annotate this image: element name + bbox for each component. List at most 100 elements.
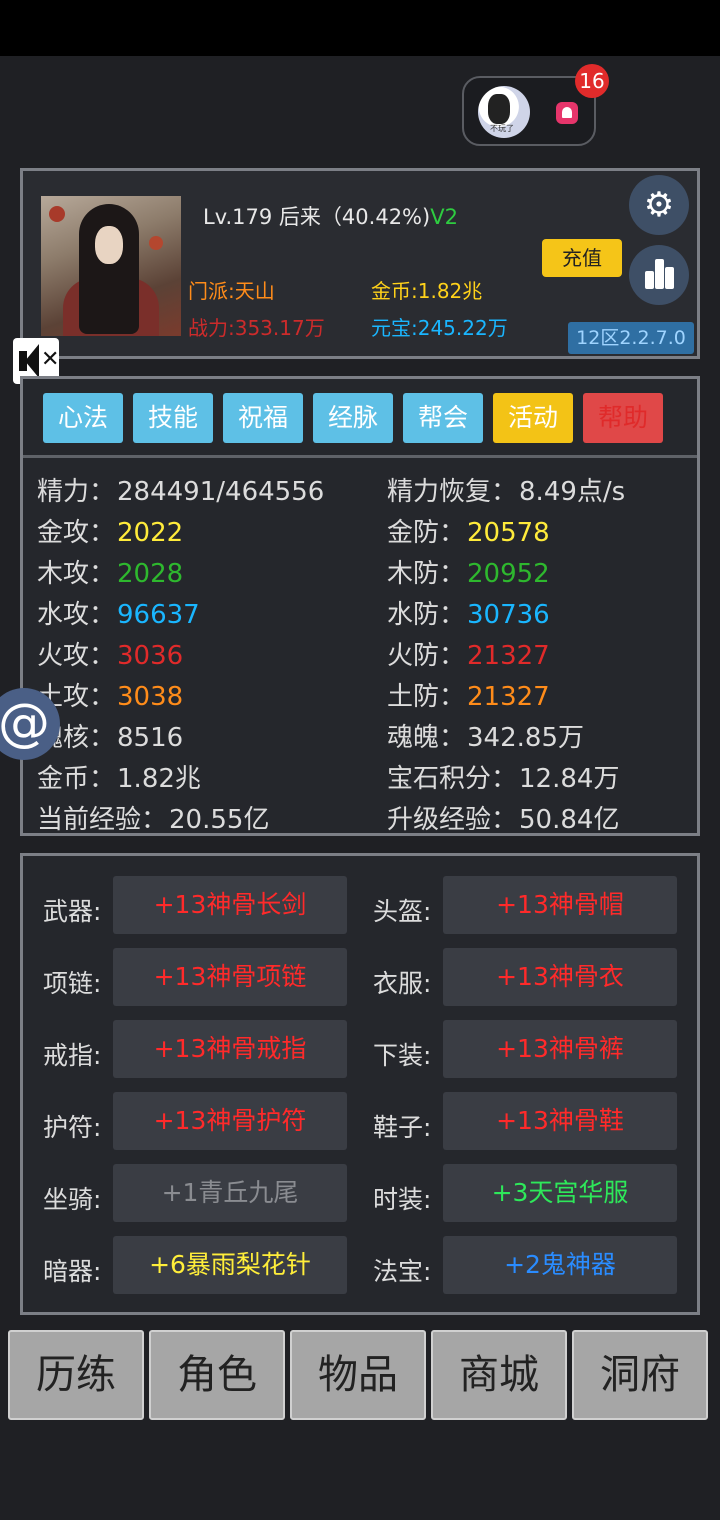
stats-panel: 心法 技能 祝福 经脉 帮会 活动 帮助 精力：284491/464556 精力…	[20, 376, 700, 836]
stat-soul: 魂魄：342.85万	[387, 717, 584, 754]
stat-water-atk: 水攻：96637	[37, 594, 200, 631]
sect-label: 门派:天山	[188, 279, 275, 303]
status-bar	[0, 0, 720, 56]
stat-value: 20.55亿	[169, 805, 270, 835]
stat-label: 木攻：	[37, 559, 116, 589]
equip-label-artifact: 法宝:	[373, 1257, 432, 1286]
nav-shop[interactable]: 商城	[431, 1330, 567, 1420]
bar-chart-icon	[645, 271, 654, 289]
stat-value: 1.82兆	[117, 764, 201, 794]
equip-label-helmet: 头盔:	[373, 897, 432, 926]
tab-blessing[interactable]: 祝福	[223, 393, 303, 443]
nav-training[interactable]: 历练	[8, 1330, 144, 1420]
stat-label: 金防：	[387, 518, 466, 548]
nav-items[interactable]: 物品	[290, 1330, 426, 1420]
equip-slot-pants[interactable]: +13神骨裤	[443, 1020, 677, 1078]
yuanbao-label: 元宝:245.22万	[371, 316, 508, 340]
stat-fire-atk: 火攻：3036	[37, 635, 183, 672]
at-icon: @	[0, 693, 50, 753]
bar-chart-icon	[655, 259, 664, 289]
stat-label: 魂魄：	[387, 723, 466, 753]
stat-next-exp: 升级经验：50.84亿	[387, 799, 619, 836]
gold-label: 金币:1.82兆	[371, 279, 483, 303]
equip-slot-artifact[interactable]: +2鬼神器	[443, 1236, 677, 1294]
stat-label: 精力恢复：	[387, 477, 518, 507]
equip-label-weapon: 武器:	[43, 897, 102, 926]
character-portrait[interactable]	[41, 196, 181, 336]
stat-label: 金攻：	[37, 518, 116, 548]
equip-slot-mount[interactable]: +1青丘九尾	[113, 1164, 347, 1222]
stat-fire-def: 火防：21327	[387, 635, 550, 672]
portrait-leaf	[149, 236, 163, 250]
stat-label: 火防：	[387, 641, 466, 671]
equip-slot-ring[interactable]: +13神骨戒指	[113, 1020, 347, 1078]
stat-value: 8.49点/s	[519, 477, 626, 507]
notification-badge: 16	[575, 64, 609, 98]
stat-value: 21327	[467, 641, 550, 671]
stat-label: 精力：	[37, 477, 116, 507]
stat-value: 50.84亿	[519, 805, 620, 835]
stat-label: 水防：	[387, 600, 466, 630]
tab-events[interactable]: 活动	[493, 393, 573, 443]
stat-label: 宝石积分：	[387, 764, 518, 794]
equip-label-clothes: 衣服:	[373, 969, 432, 998]
avatar-caption: 不玩了	[490, 124, 514, 133]
avatar-figure	[488, 94, 510, 124]
equip-label-hidden-weapon: 暗器:	[43, 1257, 102, 1286]
tab-skills[interactable]: 技能	[133, 393, 213, 443]
stat-value: 20578	[467, 518, 550, 548]
equip-slot-shoes[interactable]: +13神骨鞋	[443, 1092, 677, 1150]
portrait-leaf	[49, 206, 65, 222]
nav-character[interactable]: 角色	[149, 1330, 285, 1420]
stat-value: 342.85万	[467, 723, 584, 753]
ranking-button[interactable]	[629, 245, 689, 305]
nav-cave[interactable]: 洞府	[572, 1330, 708, 1420]
user-avatar[interactable]: 不玩了	[478, 86, 530, 138]
equip-label-fashion: 时装:	[373, 1185, 432, 1214]
tab-help[interactable]: 帮助	[583, 393, 663, 443]
equip-label-necklace: 项链:	[43, 969, 102, 998]
stat-value: 284491/464556	[117, 477, 325, 507]
equip-slot-hidden-weapon[interactable]: +6暴雨梨花针	[113, 1236, 347, 1294]
floating-at-button[interactable]: @	[0, 688, 60, 760]
stat-value: 2028	[117, 559, 184, 589]
equip-slot-necklace[interactable]: +13神骨项链	[113, 948, 347, 1006]
stat-gold: 金币：1.82兆	[37, 758, 201, 795]
stat-metal-atk: 金攻：2022	[37, 512, 183, 549]
stat-earth-def: 土防：21327	[387, 676, 550, 713]
equip-slot-clothes[interactable]: +13神骨衣	[443, 948, 677, 1006]
stat-value: 30736	[467, 600, 550, 630]
tab-meridian[interactable]: 经脉	[313, 393, 393, 443]
bar-chart-icon	[665, 267, 674, 289]
bottom-nav: 历练 角色 物品 商城 洞府	[8, 1330, 712, 1422]
stat-wood-atk: 木攻：2028	[37, 553, 183, 590]
stat-stamina: 精力：284491/464556	[37, 471, 324, 508]
stat-label: 木防：	[387, 559, 466, 589]
stat-label: 当前经验：	[37, 805, 168, 835]
tab-guild[interactable]: 帮会	[403, 393, 483, 443]
stat-label: 升级经验：	[387, 805, 518, 835]
stat-value: 3038	[117, 682, 184, 712]
equipment-panel: 武器: +13神骨长剑 头盔: +13神骨帽 项链: +13神骨项链 衣服: +…	[20, 853, 700, 1315]
recharge-button[interactable]: 充值	[542, 239, 622, 277]
stat-value: 3036	[117, 641, 184, 671]
settings-button[interactable]: ⚙	[629, 175, 689, 235]
stat-value: 20952	[467, 559, 550, 589]
profile-panel: Lv.179 后来（40.42%)V2 门派:天山 战力:353.17万 金币:…	[20, 168, 700, 359]
equip-slot-amulet[interactable]: +13神骨护符	[113, 1092, 347, 1150]
equip-label-shoes: 鞋子:	[373, 1113, 432, 1142]
stat-value: 2022	[117, 518, 184, 548]
equip-slot-helmet[interactable]: +13神骨帽	[443, 876, 677, 934]
tab-xinfa[interactable]: 心法	[43, 393, 123, 443]
equip-label-ring: 戒指:	[43, 1041, 102, 1070]
stat-value: 12.84万	[519, 764, 620, 794]
equip-slot-fashion[interactable]: +3天宫华服	[443, 1164, 677, 1222]
notification-icon[interactable]	[556, 102, 578, 124]
portrait-face	[95, 226, 123, 264]
stat-label: 水攻：	[37, 600, 116, 630]
stat-label: 土防：	[387, 682, 466, 712]
stat-stamina-regen: 精力恢复：8.49点/s	[387, 471, 625, 508]
equip-slot-weapon[interactable]: +13神骨长剑	[113, 876, 347, 934]
portrait-hair	[79, 204, 139, 334]
power-label: 战力:353.17万	[188, 316, 325, 340]
